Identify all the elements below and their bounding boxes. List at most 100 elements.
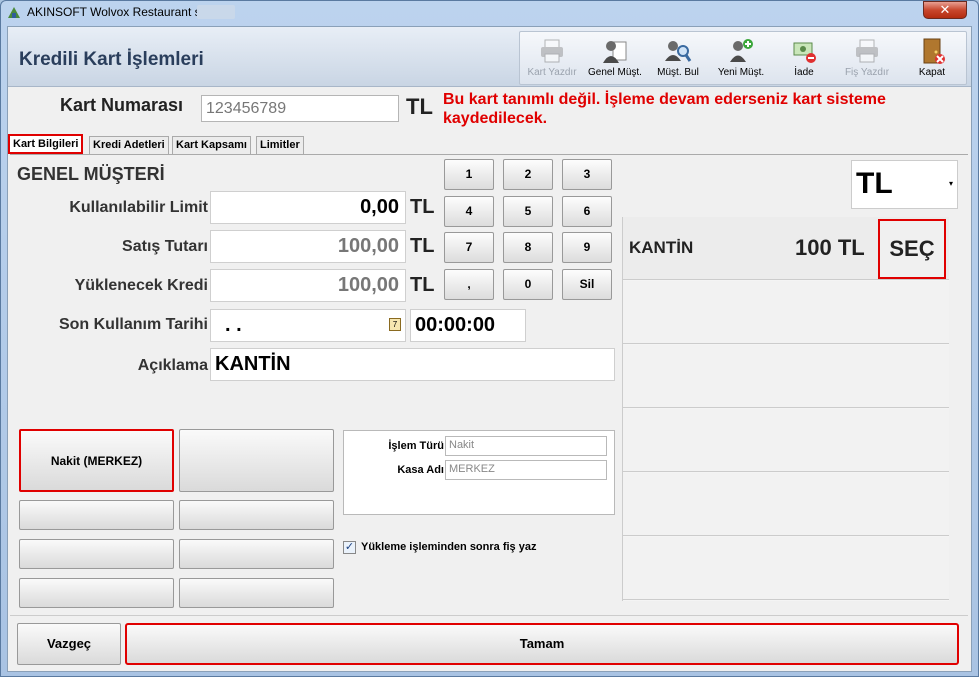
card-currency-label: TL: [406, 94, 433, 119]
close-form-button[interactable]: Kapat: [900, 34, 964, 84]
printer-icon: [538, 37, 566, 65]
print-after-load-label[interactable]: Yükleme işleminden sonra fiş yaz: [361, 541, 536, 553]
tab-strip: Kart Bilgileri Kredi Adetleri Kart Kapsa…: [8, 134, 408, 154]
toolbar: Kart Yazdır Genel Müşt. Müşt. Bul Yeni M…: [519, 31, 967, 85]
keypad-0-button[interactable]: 0: [503, 269, 553, 300]
print-card-label: Kart Yazdır: [527, 67, 577, 78]
select-package-button[interactable]: SEÇ: [878, 219, 946, 279]
exit-door-icon: [918, 37, 946, 65]
keypad-comma-button[interactable]: ,: [444, 269, 494, 300]
currency-select-value: TL: [856, 167, 893, 200]
description-label: Açıklama: [137, 357, 208, 374]
package-row-empty[interactable]: [623, 281, 949, 344]
transaction-type-value: Nakit: [445, 436, 607, 456]
keypad-4-button[interactable]: 4: [444, 196, 494, 227]
credit-to-load-label: Yüklenecek Kredi: [74, 277, 208, 294]
refund-label: İade: [794, 67, 814, 78]
last-use-date-input[interactable]: . . 7: [210, 309, 406, 342]
app-logo-icon: [8, 7, 20, 18]
last-use-date-value: . .: [225, 314, 242, 336]
payment-button-empty[interactable]: [19, 500, 174, 530]
payment-button-empty[interactable]: [179, 539, 334, 569]
tab-card-info[interactable]: Kart Bilgileri: [8, 134, 84, 154]
chevron-down-icon[interactable]: ▾: [949, 179, 953, 188]
find-customer-label: Müşt. Bul: [657, 67, 699, 78]
general-customer-button[interactable]: Genel Müşt.: [583, 34, 647, 84]
package-amount: 100 TL: [795, 235, 865, 260]
card-number-label: Kart Numarası: [60, 95, 184, 115]
window-title: AKINSOFT Wolvox Restaurant s: [27, 5, 201, 19]
till-name-value: MERKEZ: [445, 460, 607, 480]
keypad-2-button[interactable]: 2: [503, 159, 553, 190]
package-row-empty[interactable]: [623, 345, 949, 408]
print-card-button[interactable]: Kart Yazdır: [520, 34, 584, 84]
payment-button-empty[interactable]: [179, 578, 334, 608]
keypad-3-button[interactable]: 3: [562, 159, 612, 190]
last-use-date-label: Son Kullanım Tarihi: [58, 316, 208, 333]
keypad-6-button[interactable]: 6: [562, 196, 612, 227]
package-row-empty[interactable]: [623, 537, 949, 600]
package-row-empty[interactable]: [623, 473, 949, 536]
title-bar[interactable]: AKINSOFT Wolvox Restaurant s ✕: [1, 1, 978, 23]
calendar-icon[interactable]: 7: [389, 318, 401, 331]
card-warning-message: Bu kart tanımlı değil. İşleme devam eder…: [443, 91, 886, 127]
available-limit-label: Kullanılabilir Limit: [69, 199, 208, 216]
credit-to-load-input[interactable]: 100,00: [210, 269, 406, 302]
sale-amount-currency: TL: [410, 235, 435, 257]
form-client-area: Kredili Kart İşlemleri Kart Yazdır Genel…: [7, 26, 972, 672]
page-title: Kredili Kart İşlemleri: [19, 49, 204, 70]
keypad-delete-button[interactable]: Sil: [562, 269, 612, 300]
user-document-icon: [601, 37, 629, 65]
customer-name: GENEL MÜŞTERİ: [17, 164, 165, 184]
general-customer-label: Genel Müşt.: [588, 67, 642, 78]
card-info-panel: GENEL MÜŞTERİ Kullanılabilir Limit 0,00 …: [10, 154, 968, 615]
tab-credit-counts[interactable]: Kredi Adetleri: [89, 136, 169, 154]
sale-amount-value: 100,00: [210, 230, 406, 263]
close-form-label: Kapat: [918, 67, 946, 78]
tab-limits[interactable]: Limitler: [256, 136, 304, 154]
payment-button-empty[interactable]: [179, 429, 334, 492]
card-number-input[interactable]: [201, 95, 399, 122]
find-customer-button[interactable]: Müşt. Bul: [646, 34, 710, 84]
print-receipt-button[interactable]: Fiş Yazdır: [835, 34, 899, 84]
available-limit-value: 0,00: [210, 191, 406, 224]
sale-amount-label: Satış Tutarı: [122, 238, 208, 255]
payment-button-empty[interactable]: [179, 500, 334, 530]
ok-button[interactable]: Tamam: [125, 623, 959, 665]
return-money-icon: [790, 37, 818, 65]
package-name: KANTİN: [629, 238, 694, 257]
printer-icon: [853, 37, 881, 65]
available-limit-currency: TL: [410, 196, 435, 218]
keypad-8-button[interactable]: 8: [503, 232, 553, 263]
keypad-7-button[interactable]: 7: [444, 232, 494, 263]
keypad-5-button[interactable]: 5: [503, 196, 553, 227]
keypad-9-button[interactable]: 9: [562, 232, 612, 263]
new-customer-label: Yeni Müşt.: [717, 67, 765, 78]
description-input[interactable]: KANTİN: [210, 348, 615, 381]
payment-cash-merkez-button[interactable]: Nakit (MERKEZ): [19, 429, 174, 492]
keypad-1-button[interactable]: 1: [444, 159, 494, 190]
currency-select[interactable]: TL ▾: [851, 160, 958, 209]
last-use-time-input[interactable]: 00:00:00: [410, 309, 526, 342]
app-window: AKINSOFT Wolvox Restaurant s ✕ Kredili K…: [0, 0, 979, 677]
package-row[interactable]: KANTİN 100 TL SEÇ: [623, 217, 949, 280]
title-redacted-area: [197, 5, 235, 19]
credit-to-load-currency: TL: [410, 274, 435, 296]
print-after-load-checkbox[interactable]: ✓: [343, 541, 356, 554]
package-row-empty[interactable]: [623, 409, 949, 472]
transaction-info-box: İşlem Türü Nakit Kasa Adı MERKEZ: [343, 430, 615, 515]
cancel-button[interactable]: Vazgeç: [17, 623, 121, 665]
payment-button-empty[interactable]: [19, 578, 174, 608]
print-receipt-label: Fiş Yazdır: [844, 67, 890, 78]
new-customer-button[interactable]: Yeni Müşt.: [709, 34, 773, 84]
add-user-icon: [727, 37, 755, 65]
form-header: Kredili Kart İşlemleri Kart Yazdır Genel…: [8, 27, 971, 87]
credit-package-grid: KANTİN 100 TL SEÇ: [622, 217, 949, 601]
window-close-button[interactable]: ✕: [923, 1, 967, 19]
till-name-label: Kasa Adı: [397, 464, 444, 476]
transaction-type-label: İşlem Türü: [388, 440, 444, 452]
payment-button-empty[interactable]: [19, 539, 174, 569]
tab-card-scope[interactable]: Kart Kapsamı: [172, 136, 251, 154]
refund-button[interactable]: İade: [772, 34, 836, 84]
find-users-icon: [664, 37, 692, 65]
